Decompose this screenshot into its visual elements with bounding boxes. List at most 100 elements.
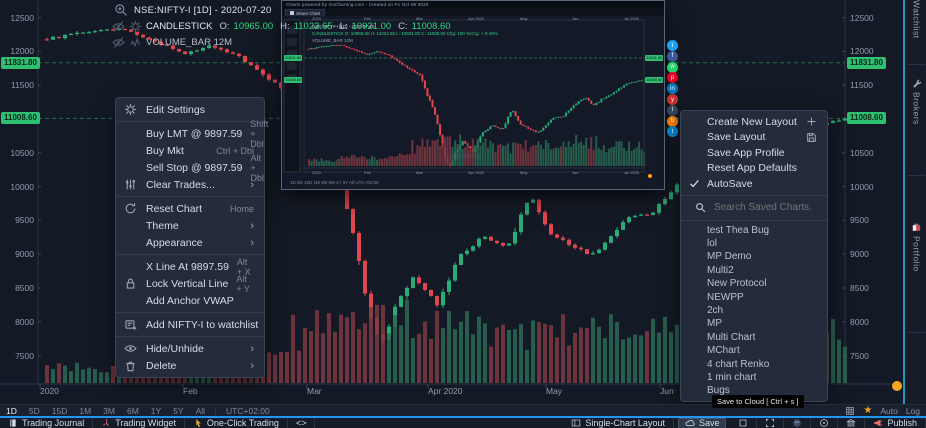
hide-study-icon[interactable] [112, 20, 125, 33]
price-tag: 11831.80 [847, 57, 886, 69]
timeframe-6m[interactable]: 6M [127, 406, 139, 416]
blogger-share-icon[interactable]: b [667, 116, 678, 127]
preview-month-label: Jun [572, 16, 578, 21]
twitter-share-icon[interactable]: t [667, 40, 678, 51]
facebook-share-icon[interactable]: f [667, 51, 678, 62]
price-tick: 8500 [2, 283, 34, 293]
log-scale-toggle[interactable]: Log [906, 406, 920, 416]
menu-item-sell-stop-9897-59[interactable]: Sell Stop @ 9897.59Alt + Dbl [116, 159, 264, 176]
saved-chart-item[interactable]: Multi Chart [681, 331, 827, 344]
saved-chart-item[interactable]: MP Demo [681, 250, 827, 263]
menu-item-label: Add NIFTY-I to watchlist [146, 319, 258, 331]
saved-chart-item[interactable]: New Protocol [681, 277, 827, 290]
menu-item-create-new-layout[interactable]: Create New Layout [681, 114, 827, 130]
circletarget-button[interactable] [811, 418, 838, 428]
menu-item-add-anchor-vwap[interactable]: Add Anchor VWAP [116, 292, 264, 309]
timeframe-1y[interactable]: 1Y [151, 406, 161, 416]
timezone[interactable]: UTC+02:00 [226, 406, 270, 416]
preview-month-label: Apr 2020 [468, 170, 484, 175]
refresh-icon [124, 202, 137, 215]
trading-widget-button[interactable]: Trading Widget [93, 418, 185, 428]
timeframe-15d[interactable]: 15D [52, 406, 68, 416]
menu-item-appearance[interactable]: Appearance› [116, 234, 264, 251]
menu-item-label: Edit Settings [146, 104, 254, 116]
saved-chart-item[interactable]: 1 min chart [681, 371, 827, 384]
square-button[interactable] [730, 418, 757, 428]
timeframe-1d[interactable]: 1D [6, 406, 17, 416]
price-tick: 10000 [850, 182, 874, 192]
saved-chart-item[interactable]: MChart [681, 344, 827, 357]
linkedin-share-icon[interactable]: in [667, 83, 678, 94]
publish-button[interactable]: Publish [865, 418, 926, 428]
price-tag: 11831.80 [1, 57, 40, 69]
youtube-share-icon[interactable]: y [667, 94, 678, 105]
bank-button[interactable] [838, 418, 865, 428]
sidebar-tab-watchlist[interactable]: Watchlist [905, 0, 926, 39]
search-saved-charts-input[interactable] [714, 202, 824, 213]
menu-item-lock-vertical-line[interactable]: Lock Vertical LineAlt + Y [116, 275, 264, 292]
timeframe-3m[interactable]: 3M [103, 406, 115, 416]
menu-item-autosave[interactable]: AutoSave [681, 176, 827, 192]
timeframe-5y[interactable]: 5Y [173, 406, 183, 416]
timeframe-1m[interactable]: 1M [79, 406, 91, 416]
timeframe-all[interactable]: All [196, 406, 205, 416]
price-tag: 11008.60 [1, 112, 40, 124]
high-value: 11022.65 [294, 21, 333, 32]
saved-chart-item[interactable]: 4 chart Renko [681, 357, 827, 370]
publish-icon [873, 418, 883, 428]
sidebar-tab-brokers[interactable]: Brokers [905, 78, 926, 125]
menu-item-x-line-at-9897-59[interactable]: X Line At 9897.59Alt + X [116, 258, 264, 275]
price-tick: 8000 [850, 317, 869, 327]
saved-chart-item[interactable]: NEWPP [681, 290, 827, 303]
one-click-trading-button[interactable]: One-Click Trading [185, 418, 288, 428]
whatsapp-share-icon[interactable]: w [667, 62, 678, 73]
pointer-icon [193, 418, 203, 428]
menu-item-delete[interactable]: Delete› [116, 357, 264, 374]
portfolio-icon [911, 222, 922, 233]
expand-button[interactable] [757, 418, 784, 428]
saved-chart-item[interactable]: test Thea Bug [681, 224, 827, 237]
menu-item-reset-app-defaults[interactable]: Reset App Defaults [681, 161, 827, 177]
auto-scale-toggle[interactable]: Auto [880, 406, 898, 416]
menu-item-theme[interactable]: Theme› [116, 217, 264, 234]
trading-journal-button[interactable]: Trading Journal [0, 418, 93, 428]
save-tooltip: Save to Cloud [ Ctrl + s ] [712, 395, 804, 408]
single-chart-layout-button[interactable]: Single-Chart Layout [563, 418, 674, 428]
menu-item-buy-mkt[interactable]: Buy MktCtrl + Dbl [116, 142, 264, 159]
menu-item-add-nifty-i-to-watchlist[interactable]: Add NIFTY-I to watchlist [116, 316, 264, 333]
menu-item-buy-lmt-9897-59[interactable]: Buy LMT @ 9897.59Shift + Dbl [116, 125, 264, 142]
menu-item-label: Theme [146, 220, 242, 232]
save-button[interactable]: Save [678, 418, 727, 428]
button-label: Save [699, 418, 720, 428]
menu-item-reset-chart[interactable]: Reset ChartHome [116, 200, 264, 217]
saved-chart-item[interactable]: Multi2 [681, 264, 827, 277]
telegram-share-icon[interactable]: t [667, 126, 678, 137]
menu-item-save-app-profile[interactable]: Save App Profile [681, 145, 827, 161]
notification-dot[interactable] [892, 381, 902, 391]
favorite-star-icon[interactable]: ★ [863, 406, 872, 416]
menu-item-hide-unhide[interactable]: Hide/Unhide› [116, 340, 264, 357]
menu-item-save-layout[interactable]: Save Layout [681, 130, 827, 146]
preview-month-label: Mar [416, 170, 423, 175]
pinterest-share-icon[interactable]: p [667, 72, 678, 83]
symbol-title[interactable]: NSE:NIFTY-I [1D] - 2020-07-20 [134, 5, 271, 16]
grid-settings-icon[interactable] [845, 406, 855, 416]
check-icon [689, 178, 700, 189]
volume-settings-icon[interactable] [129, 36, 142, 49]
submenu-arrow-icon: › [250, 179, 254, 191]
timeframe-5d[interactable]: 5D [29, 406, 40, 416]
saved-chart-item[interactable]: lol [681, 237, 827, 250]
<>-button[interactable]: <> [288, 418, 316, 428]
menu-item-edit-settings[interactable]: Edit Settings [116, 101, 264, 118]
menu-item-clear-trades[interactable]: Clear Trades...› [116, 176, 264, 193]
hide-volume-icon[interactable] [112, 36, 125, 49]
saved-chart-item[interactable]: 2ch [681, 304, 827, 317]
study-settings-icon[interactable] [129, 20, 142, 33]
sidebar-tab-portfolio[interactable]: Portfolio [905, 222, 926, 272]
circledark-button[interactable] [784, 418, 811, 428]
rocket-icon [101, 418, 111, 428]
card-icon [124, 318, 137, 331]
saved-chart-item[interactable]: MP [681, 317, 827, 330]
tumblr-share-icon[interactable]: t [667, 105, 678, 116]
button-label: Single-Chart Layout [585, 418, 665, 428]
